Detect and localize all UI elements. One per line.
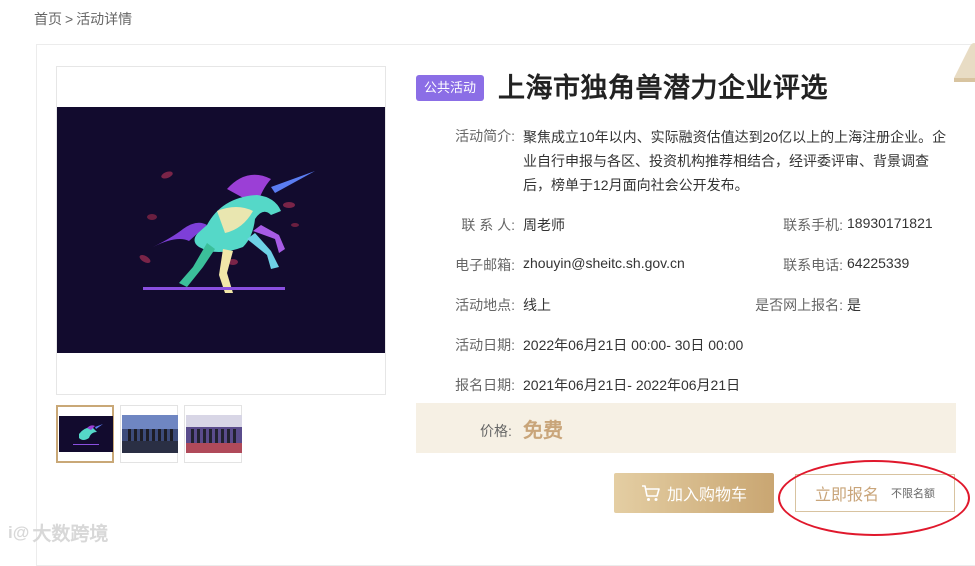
ceremony-photo-2-image xyxy=(186,415,242,453)
contact-label: 联 系 人: xyxy=(461,217,515,233)
unicorn-image xyxy=(57,107,385,353)
watermark: i@ 大数跨境 xyxy=(8,519,108,546)
thumbnail-ceremony-2[interactable] xyxy=(184,405,242,463)
register-quota-note: 不限名额 xyxy=(891,488,935,500)
watermark-text: 大数跨境 xyxy=(32,524,109,545)
intro-label: 活动简介: xyxy=(455,128,515,144)
location-label: 活动地点: xyxy=(455,297,515,313)
online-signup-value: 是 xyxy=(847,297,861,313)
price-label: 价格: xyxy=(480,423,512,439)
thumbnail-ceremony-1[interactable] xyxy=(120,405,178,463)
activity-date-value: 2022年06月21日 00:00- 30日 00:00 xyxy=(523,337,744,353)
location-value: 线上 xyxy=(523,297,551,313)
intro-text: 聚焦成立10年以内、实际融资估值达到20亿以上的上海注册企业。企业自行申报与各区… xyxy=(523,129,947,193)
email-value: zhouyin@sheitc.sh.gov.cn xyxy=(523,255,685,271)
thumbnail-unicorn[interactable] xyxy=(56,405,114,463)
add-to-cart-button[interactable]: 加入购物车 xyxy=(614,473,774,513)
price-value: 免费 xyxy=(523,420,563,442)
online-signup-label: 是否网上报名: xyxy=(755,297,843,313)
watermark-logo: i@ xyxy=(8,522,30,542)
phone-label: 联系电话: xyxy=(783,257,843,273)
unicorn-thumbnail-image xyxy=(59,416,113,452)
cart-icon xyxy=(641,485,660,501)
mobile-value: 18930171821 xyxy=(847,215,933,231)
add-to-cart-label: 加入购物车 xyxy=(666,487,747,504)
contact-value: 周老师 xyxy=(523,217,565,233)
register-button[interactable]: 立即报名 不限名额 xyxy=(795,474,955,512)
signup-date-value: 2021年06月21日- 2022年06月21日 xyxy=(523,377,741,393)
mobile-label: 联系手机: xyxy=(783,217,843,233)
signup-date-label: 报名日期: xyxy=(455,377,515,393)
breadcrumb-home-link[interactable]: 首页 xyxy=(34,11,62,27)
breadcrumb: 首页 > 活动详情 xyxy=(34,9,132,29)
page-title: 上海市独角兽潜力企业评选 xyxy=(498,73,828,103)
phone-value: 64225339 xyxy=(847,255,910,271)
breadcrumb-current: 活动详情 xyxy=(76,11,133,27)
activity-date-label: 活动日期: xyxy=(455,337,515,353)
main-image[interactable] xyxy=(57,107,385,353)
corner-decoration-icon xyxy=(954,43,975,82)
ceremony-photo-1-image xyxy=(122,415,178,453)
breadcrumb-separator: > xyxy=(65,11,74,27)
email-label: 电子邮箱: xyxy=(455,257,515,273)
register-label: 立即报名 xyxy=(814,487,879,504)
category-badge: 公共活动 xyxy=(416,75,485,101)
